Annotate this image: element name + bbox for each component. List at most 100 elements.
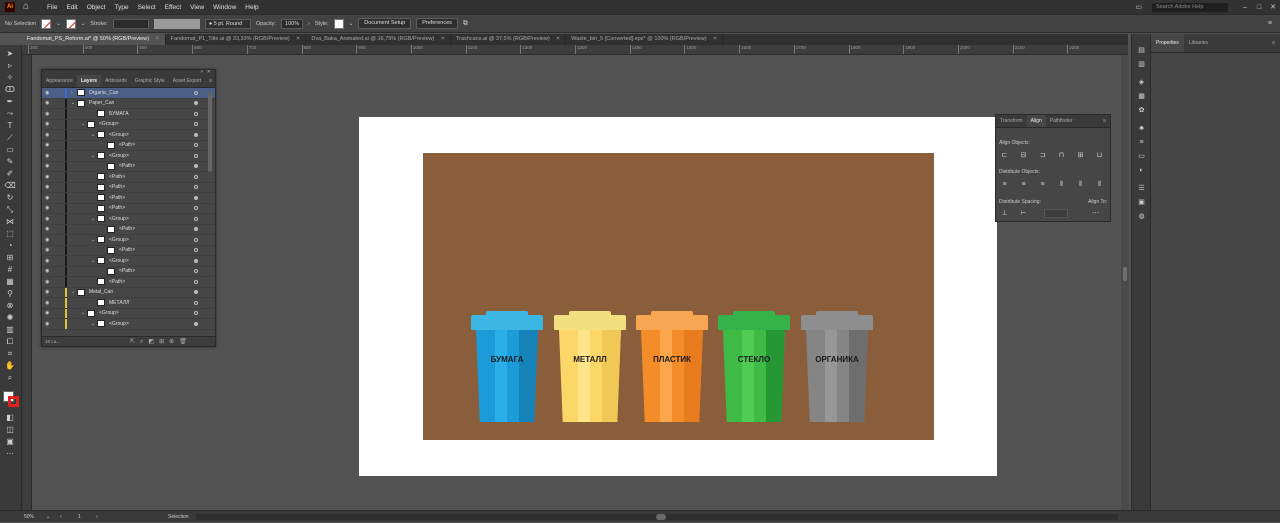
chevron-right-icon[interactable]: › [308,21,310,27]
opacity-input[interactable]: 100% [281,18,304,29]
target-circle-icon[interactable] [194,248,198,253]
panel-menu-icon[interactable]: ≡ [1268,20,1272,27]
minimize-icon[interactable]: – [1238,4,1252,11]
menu-type[interactable]: Type [114,4,128,11]
screen-mode-icon[interactable]: ▣ [3,437,17,447]
eyedropper-tool-icon[interactable]: ⚲ [3,289,17,299]
distribute-hcenter-icon[interactable]: ⦀ [1075,180,1086,189]
canvas-vertical-scrollbar[interactable] [1121,55,1129,510]
menu-edit[interactable]: Edit [66,4,77,11]
visibility-eye-icon[interactable]: ◉ [45,216,55,222]
target-circle-icon[interactable] [194,311,198,316]
visibility-eye-icon[interactable]: ◉ [45,247,55,253]
collapse-icon[interactable]: » [200,69,203,75]
layers-dock-icon[interactable]: ◈ [1136,78,1147,87]
tab-artboards[interactable]: Artboards [101,75,131,87]
align-right-icon[interactable]: ⊐ [1037,151,1048,160]
distribute-top-icon[interactable]: ≡ [999,180,1010,189]
layer-row[interactable]: ◉ ⌄ <Group> [42,319,215,330]
layer-row[interactable]: ◉ ⌄ <Group> [42,308,215,319]
trash-bin[interactable]: БУМАГА [469,311,545,423]
rectangle-tool-icon[interactable]: ▭ [3,145,17,155]
stroke-swatch[interactable] [65,18,76,29]
canvas-horizontal-scrollbar[interactable] [196,514,1118,520]
layer-row[interactable]: ◉ ⌄ <Group> [42,235,215,246]
preferences-button[interactable]: Preferences [416,18,458,29]
chevron-down-icon[interactable]: ⌄ [81,21,86,27]
horizontal-distribute-space-icon[interactable]: ⊢ [1018,209,1029,218]
color-dock-icon[interactable]: ◍ [1136,212,1147,221]
scrollbar-thumb[interactable] [656,514,666,520]
layer-name[interactable]: <Group> [109,321,129,327]
panel-menu-icon[interactable]: ≡ [205,75,216,87]
target-circle-icon[interactable] [194,153,198,158]
visibility-eye-icon[interactable]: ◉ [45,174,55,180]
layer-row[interactable]: ◉ <Path> [42,172,215,183]
align-top-icon[interactable]: ⊓ [1056,151,1067,160]
chevron-down-icon[interactable]: ⌄ [349,21,354,27]
align-bottom-icon[interactable]: ⊔ [1094,151,1105,160]
layer-name[interactable]: <Path> [109,205,125,211]
artboard[interactable]: БУМАГА МЕТАЛЛ ПЛАСТИК СТЕКЛО ОРГАНИКА [359,117,997,476]
close-tab-icon[interactable]: ✕ [713,34,718,45]
target-circle-icon[interactable] [194,216,198,221]
layer-name[interactable]: <Group> [109,258,129,264]
visibility-eye-icon[interactable]: ◉ [45,205,55,211]
distribute-vcenter-icon[interactable]: ≡ [1018,180,1029,189]
target-circle-icon[interactable] [194,227,198,232]
vertical-ruler[interactable] [22,55,32,510]
stroke-weight-input[interactable] [112,18,149,29]
layer-name[interactable]: <Path> [119,268,135,274]
target-circle-icon[interactable] [194,269,198,274]
visibility-eye-icon[interactable]: ◉ [45,90,55,96]
align-left-icon[interactable]: ⊏ [999,151,1010,160]
artwork-background[interactable]: БУМАГА МЕТАЛЛ ПЛАСТИК СТЕКЛО ОРГАНИКА [423,153,934,440]
style-swatch[interactable] [333,18,344,29]
layer-row[interactable]: ◉ › Organic_Can [42,88,215,99]
brushes-dock-icon[interactable]: ✿ [1136,106,1147,115]
vertical-distribute-space-icon[interactable]: ⊥ [999,209,1010,218]
close-panel-icon[interactable]: ✕ [207,69,211,75]
layer-name[interactable]: <Path> [119,142,135,148]
tab-graphic-style[interactable]: Graphic Style [131,75,169,87]
maximize-icon[interactable]: □ [1252,4,1266,11]
tab-layers[interactable]: Layers [76,75,102,87]
target-circle-icon[interactable] [194,111,198,116]
target-circle-icon[interactable] [194,206,198,211]
tab-align[interactable]: Align [1026,115,1046,127]
symbol-sprayer-tool-icon[interactable]: ✺ [3,313,17,323]
layer-row[interactable]: ◉ <Path> [42,277,215,288]
layer-name[interactable]: Organic_Can [89,90,118,96]
visibility-eye-icon[interactable]: ◉ [45,258,55,264]
layer-row[interactable]: ◉ <Path> [42,193,215,204]
layer-row[interactable]: ◉ <Path> [42,203,215,214]
shape-builder-tool-icon[interactable]: ◔ [3,241,17,251]
draw-mode-icon[interactable]: ◫ [3,425,17,435]
tab-document-2[interactable]: Fandomat_P1_Title.ai @ 33,33% (RGB/Previ… [166,34,307,45]
visibility-eye-icon[interactable]: ◉ [45,132,55,138]
visibility-eye-icon[interactable]: ◉ [45,184,55,190]
visibility-eye-icon[interactable]: ◉ [45,289,55,295]
layer-name[interactable]: Metal_Can [89,289,113,295]
tab-libraries[interactable]: Libraries [1184,34,1213,52]
layer-row[interactable]: ◉ ⌄ <Group> [42,151,215,162]
tab-document-4[interactable]: Trashcans.ai @ 37,5% (RGB/Preview) ✕ [451,34,567,45]
layer-row[interactable]: ◉ ⌄ <Group> [42,130,215,141]
fill-stroke-icon[interactable] [3,391,19,407]
layer-name[interactable]: <Group> [109,216,129,222]
gradient-dock-icon[interactable]: ▭ [1136,152,1147,161]
align-vertical-center-icon[interactable]: ⊞ [1075,151,1086,160]
close-tab-icon[interactable]: ✕ [556,34,561,45]
magic-wand-tool-icon[interactable]: ✧ [3,73,17,83]
layer-row[interactable]: ◉ ⌄ Paper_Can [42,98,215,109]
artboard-number[interactable]: 1 [78,511,81,523]
visibility-eye-icon[interactable]: ◉ [45,321,55,327]
target-circle-icon[interactable] [194,132,198,137]
color-mode-icon[interactable]: ◧ [3,413,17,423]
distribute-bottom-icon[interactable]: ≡ [1037,180,1048,189]
spacing-input[interactable] [1044,209,1068,218]
distribute-right-icon[interactable]: ⦀ [1094,180,1105,189]
trash-bin[interactable]: ОРГАНИКА [799,311,875,423]
tab-document-3[interactable]: Dva_Baka_Animated.ai @ 16,75% (RGB/Previ… [306,34,451,45]
layer-name[interactable]: <Path> [119,226,135,232]
